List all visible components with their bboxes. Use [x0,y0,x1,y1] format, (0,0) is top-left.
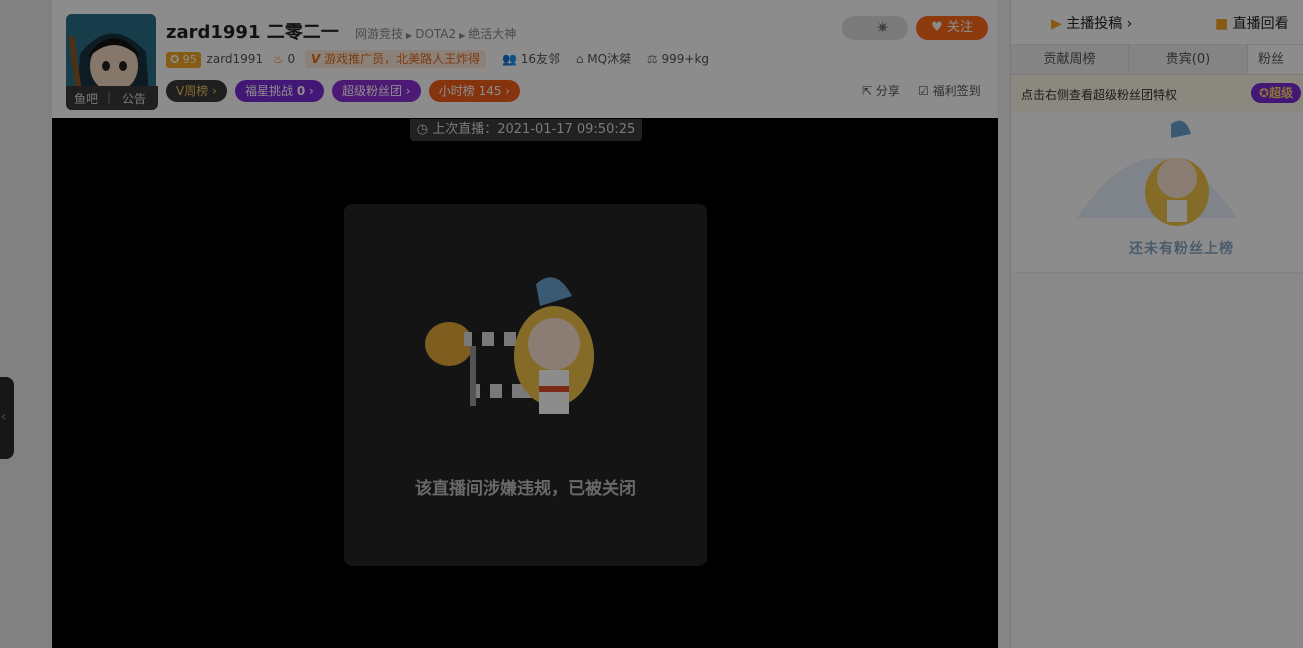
replay-link[interactable]: ■ 直播回看 [1215,13,1289,33]
friends-count[interactable]: 16友邻 [521,52,560,66]
video-icon: ■ [1215,16,1229,32]
divider: | [107,90,112,104]
tab-weekly-contribution[interactable]: 贡献周榜 [1011,45,1129,74]
hour-rank-label: 小时榜 [438,84,475,98]
level-badge: ✪ 95 [166,52,201,68]
signin-button[interactable]: ☑ 福利签到 [918,82,981,99]
page-root: ‹ 鱼吧 | 公告 zard1991 二零二一 网游竞技 ▶ DOTA2 ▶ 绝活大神 [0,0,1303,648]
left-gutter [0,0,52,648]
promoter-badge[interactable]: V 游戏推广员，北美路人王炸得 [304,50,487,68]
empty-rank-text: 还未有粉丝上榜 [1129,241,1234,257]
tab-fans[interactable]: 粉丝 [1248,45,1303,74]
follow-label: 关注 [946,20,973,35]
v-rank-label: V周榜 [176,84,209,98]
heat-count: 0 [287,52,296,66]
share-button[interactable]: ⇱ 分享 [862,82,900,99]
room-title: zard1991 二零二一 [166,22,339,43]
room-closed-message: 该直播间涉嫌违规，已被关闭 [415,479,636,499]
room-closed-card: 该直播间涉嫌违规，已被关闭 [344,204,707,566]
breadcrumb-tag[interactable]: 绝活大神 [468,27,516,41]
tab-vip[interactable]: 贵宾(0) [1129,45,1248,74]
streamer-posts-link[interactable]: ▶ 主播投稿 › [1051,13,1132,33]
weight-value: 999+kg [661,52,710,66]
lucky-star-count: 0 [296,84,306,98]
last-live-text: 上次直播：2021-01-17 09:50:25 [432,122,636,137]
home-name[interactable]: MQ沐桀 [587,52,631,66]
streamer-posts-label: 主播投稿 [1066,16,1123,32]
lucky-star-pill[interactable]: 福星挑战 0 › [234,80,324,102]
rank-tabs: 贡献周榜 贵宾(0) 粉丝 [1011,45,1303,75]
super-fan-badge[interactable]: ✪超级 [1251,83,1302,103]
checkin-icon: ☑ [918,84,929,98]
follow-button[interactable]: ♥ 关注 [916,16,988,40]
super-fan-pill[interactable]: 超级粉丝团 › [331,80,421,102]
right-sidebar: ▶ 主播投稿 › ■ 直播回看 贡献周榜 贵宾(0) 粉丝 点击右侧查看超级粉丝… [1010,0,1303,648]
video-player: ◷ 上次直播：2021-01-17 09:50:25 该直播间涉嫌违规，已被关闭 [52,118,998,648]
level-value: 95 [182,53,197,66]
fish-bar-link[interactable]: 鱼吧 [74,90,98,107]
lucky-star-label: 福星挑战 [244,84,293,98]
signin-label: 福利签到 [932,84,981,98]
weight-icon: ⚖ [646,52,658,66]
fan-club-hint: 点击右侧查看超级粉丝团特权 ✪超级 [1011,75,1303,111]
hour-rank-value: 145 [478,84,502,98]
fan-badge-icon: ✪ [1259,86,1270,100]
fan-rank-empty: 还未有粉丝上榜 [1011,112,1303,273]
caret-right-icon: ▶ [406,31,413,40]
streamer-info-row: ✪ 95 zard1991 ♨ 0 V 游戏推广员，北美路人王炸得 👥 16友邻… [166,50,709,68]
v-rank-pill[interactable]: V周榜 › [166,80,227,102]
chevron-left-icon: ‹ [1,409,7,425]
avatar-footer: 鱼吧 | 公告 [66,86,158,110]
gear-icon: ✷ [876,18,890,37]
friends-icon: 👥 [501,52,517,66]
home-icon: ⌂ [575,52,584,66]
streamer-name[interactable]: zard1991 [207,52,264,66]
breadcrumb-category[interactable]: 网游竞技 [355,27,403,41]
clock-icon: ◷ [416,122,429,137]
promoter-text: 游戏推广员，北美路人王炸得 [324,52,481,66]
share-label: 分享 [875,84,900,98]
closed-illustration [425,277,594,414]
share-icon: ⇱ [862,84,873,98]
heart-icon: ♥ [931,20,943,35]
sidebar-top-links: ▶ 主播投稿 › ■ 直播回看 [1011,0,1303,45]
room-header: 鱼吧 | 公告 zard1991 二零二一 网游竞技 ▶ DOTA2 ▶ 绝活大神 ✪ … [52,0,998,119]
play-icon: ▶ [1051,16,1062,32]
fan-badge-label: 超级 [1269,86,1294,100]
title-row: zard1991 二零二一 网游竞技 ▶ DOTA2 ▶ 绝活大神 [166,18,516,43]
caret-right-icon: ▶ [459,31,466,40]
breadcrumb-game[interactable]: DOTA2 [415,27,456,41]
replay-label: 直播回看 [1232,16,1289,32]
hour-rank-pill[interactable]: 小时榜 145 › [428,80,521,102]
announcement-link[interactable]: 公告 [122,90,146,107]
last-live-time: ◷ 上次直播：2021-01-17 09:50:25 [410,119,642,141]
super-fan-label: 超级粉丝团 [341,84,402,98]
empty-rank-illustration [1077,120,1237,226]
collapse-sidebar-handle[interactable]: ‹ [0,377,14,459]
rank-pills: V周榜 › 福星挑战 0 › 超级粉丝团 › 小时榜 145 › [166,80,524,102]
settings-toggle[interactable]: ✷ [842,16,908,40]
fan-hint-text: 点击右侧查看超级粉丝团特权 [1021,88,1178,102]
flame-icon: ♨ [272,52,284,66]
